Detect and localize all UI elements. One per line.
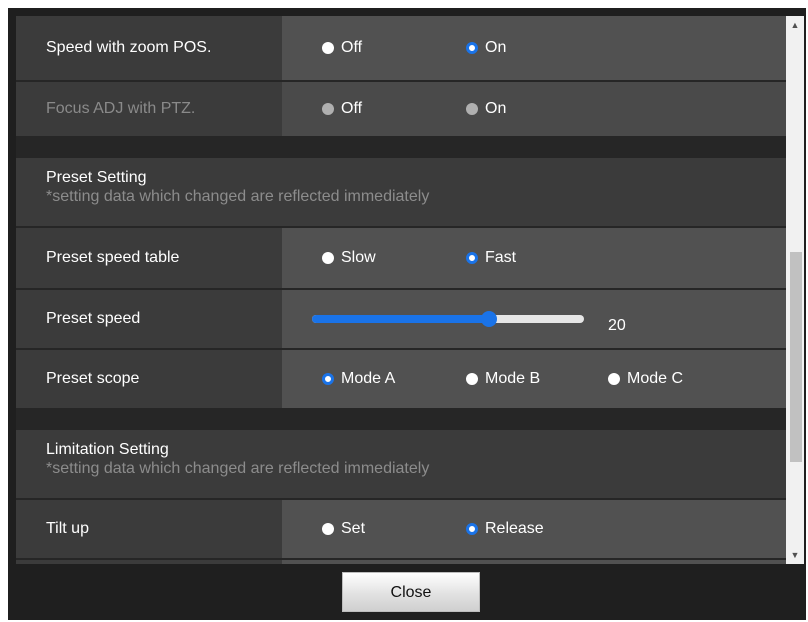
scrollbar-thumb[interactable] bbox=[790, 252, 802, 462]
speed-zoom-pos-off-radio[interactable]: Off bbox=[322, 39, 362, 57]
preset-speed-label: Preset speed bbox=[16, 290, 282, 348]
radio-off-icon bbox=[322, 42, 334, 54]
next-row-control bbox=[282, 560, 786, 564]
speed-zoom-pos-label: Speed with zoom POS. bbox=[16, 16, 282, 80]
preset-speed-table-fast-label: Fast bbox=[485, 249, 517, 266]
vertical-scrollbar[interactable]: ▲ ▼ bbox=[786, 16, 804, 564]
tilt-up-set-radio[interactable]: Set bbox=[322, 520, 365, 538]
preset-scope-mode-c-radio[interactable]: Mode C bbox=[608, 370, 683, 388]
radio-set-icon bbox=[322, 523, 334, 535]
preset-setting-note: *setting data which changed are reflecte… bbox=[46, 188, 430, 205]
preset-scope-mode-a-label: Mode A bbox=[341, 370, 396, 387]
preset-speed-slider[interactable] bbox=[312, 311, 584, 327]
preset-scope-label: Preset scope bbox=[16, 350, 282, 408]
radio-on-selected-icon bbox=[466, 42, 478, 54]
row-tilt-up: Tilt up Set Release bbox=[16, 500, 786, 558]
radio-disabled-icon bbox=[322, 103, 334, 115]
speed-zoom-pos-off-label: Off bbox=[341, 39, 363, 56]
limitation-setting-title: Limitation Setting bbox=[46, 441, 169, 458]
settings-panel: Speed with zoom POS. Off On Focus ADJ wi… bbox=[16, 16, 786, 564]
preset-speed-control: 20 bbox=[282, 290, 786, 348]
radio-release-selected-icon bbox=[466, 523, 478, 535]
section-gap bbox=[16, 136, 786, 158]
scroll-down-arrow-icon[interactable]: ▼ bbox=[786, 546, 804, 564]
focus-adj-ptz-on-radio: On bbox=[466, 100, 506, 118]
row-preset-speed: Preset speed 20 bbox=[16, 290, 786, 348]
preset-speed-table-control: Slow Fast bbox=[282, 228, 786, 288]
tilt-up-release-label: Release bbox=[485, 520, 544, 537]
preset-speed-table-slow-label: Slow bbox=[341, 249, 376, 266]
slider-fill bbox=[312, 315, 489, 323]
preset-scope-mode-c-label: Mode C bbox=[627, 370, 684, 387]
radio-mode-a-selected-icon bbox=[322, 373, 334, 385]
speed-zoom-pos-on-radio[interactable]: On bbox=[466, 39, 506, 57]
section-gap bbox=[16, 408, 786, 430]
tilt-up-label: Tilt up bbox=[16, 500, 282, 558]
focus-adj-ptz-label: Focus ADJ with PTZ. bbox=[16, 82, 282, 136]
radio-mode-c-icon bbox=[608, 373, 620, 385]
preset-speed-table-label: Preset speed table bbox=[16, 228, 282, 288]
scroll-up-arrow-icon[interactable]: ▲ bbox=[786, 16, 804, 34]
slider-thumb[interactable] bbox=[480, 311, 497, 327]
limitation-setting-note: *setting data which changed are reflecte… bbox=[46, 460, 430, 477]
close-button[interactable]: Close bbox=[342, 572, 480, 612]
focus-adj-ptz-off-radio: Off bbox=[322, 100, 362, 118]
focus-adj-ptz-off-label: Off bbox=[341, 100, 363, 117]
row-next-partial bbox=[16, 560, 786, 564]
preset-scope-mode-b-radio[interactable]: Mode B bbox=[466, 370, 540, 388]
radio-disabled-icon bbox=[466, 103, 478, 115]
radio-slow-icon bbox=[322, 252, 334, 264]
preset-setting-header: Preset Setting *setting data which chang… bbox=[16, 158, 786, 226]
preset-scope-mode-a-radio[interactable]: Mode A bbox=[322, 370, 395, 388]
row-preset-speed-table: Preset speed table Slow Fast bbox=[16, 228, 786, 288]
focus-adj-ptz-control: Off On bbox=[282, 82, 786, 136]
preset-speed-value: 20 bbox=[608, 317, 626, 334]
settings-dialog: Speed with zoom POS. Off On Focus ADJ wi… bbox=[8, 8, 806, 620]
speed-zoom-pos-control: Off On bbox=[282, 16, 786, 80]
row-focus-adj-with-ptz: Focus ADJ with PTZ. Off On bbox=[16, 82, 786, 136]
preset-scope-control: Mode A Mode B Mode C bbox=[282, 350, 786, 408]
radio-mode-b-icon bbox=[466, 373, 478, 385]
row-preset-scope: Preset scope Mode A Mode B Mode C bbox=[16, 350, 786, 408]
speed-zoom-pos-on-label: On bbox=[485, 39, 507, 56]
focus-adj-ptz-on-label: On bbox=[485, 100, 507, 117]
tilt-up-release-radio[interactable]: Release bbox=[466, 520, 544, 538]
row-speed-with-zoom-pos: Speed with zoom POS. Off On bbox=[16, 16, 786, 80]
next-row-label bbox=[16, 560, 282, 564]
radio-fast-selected-icon bbox=[466, 252, 478, 264]
tilt-up-set-label: Set bbox=[341, 520, 366, 537]
preset-setting-title: Preset Setting bbox=[46, 169, 147, 186]
preset-speed-table-slow-radio[interactable]: Slow bbox=[322, 249, 376, 267]
limitation-setting-header: Limitation Setting *setting data which c… bbox=[16, 430, 786, 498]
preset-speed-table-fast-radio[interactable]: Fast bbox=[466, 249, 516, 267]
tilt-up-control: Set Release bbox=[282, 500, 786, 558]
preset-scope-mode-b-label: Mode B bbox=[485, 370, 541, 387]
